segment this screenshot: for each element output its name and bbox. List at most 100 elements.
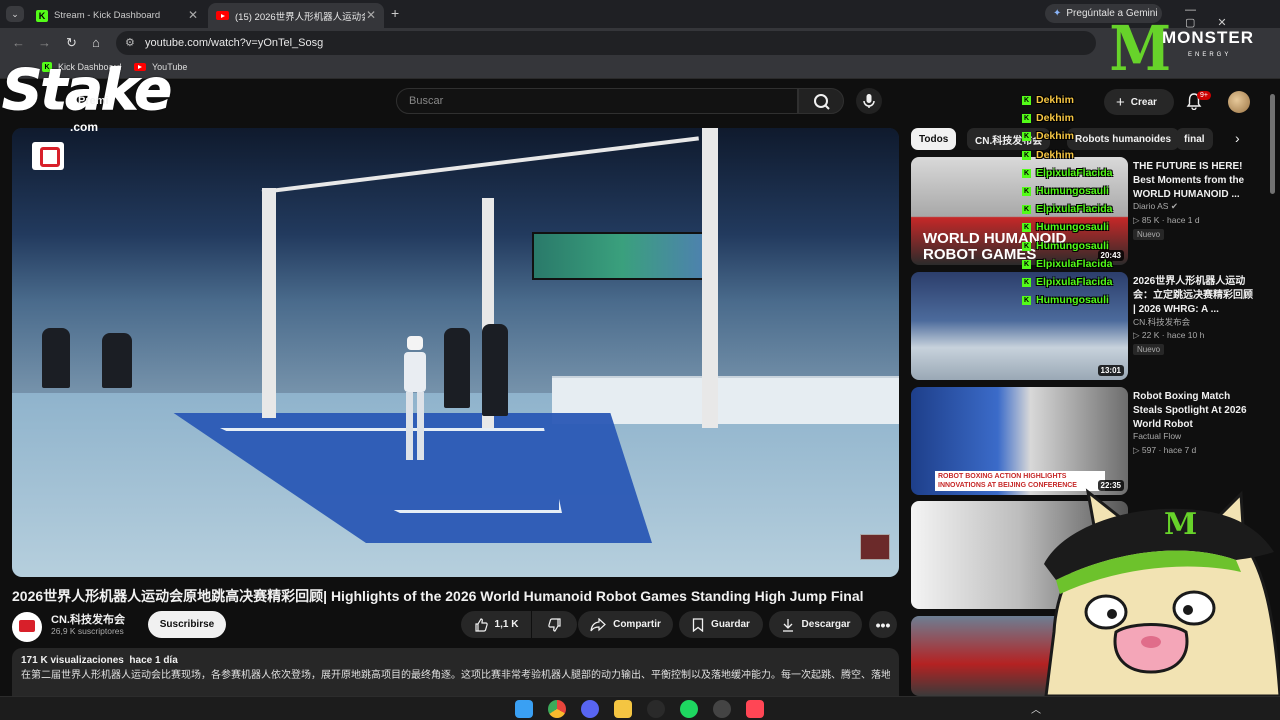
chevron-up-icon[interactable]: ︿	[1031, 701, 1041, 716]
bookmark-icon	[692, 617, 704, 632]
share-label: Compartir	[613, 619, 661, 630]
save-button[interactable]: Guardar	[679, 611, 763, 638]
home-icon[interactable]: ⌂	[92, 35, 100, 50]
reload-icon[interactable]: ↻	[66, 35, 77, 51]
like-button[interactable]: 1,1 K	[461, 611, 531, 638]
youtube-premium-logo[interactable]: Premi	[78, 95, 109, 107]
tab-kick-dashboard[interactable]: K Stream - Kick Dashboard ✕	[28, 3, 206, 28]
video-frame-truss	[262, 188, 276, 418]
channel-branding-thumbnail[interactable]	[860, 534, 890, 560]
video-frame-truss	[702, 128, 718, 428]
chat-message: K ElpixulaFlacida	[1022, 276, 1112, 288]
chat-message: K Humungosauli	[1022, 240, 1109, 252]
tab-title: (15) 2026世界人形机器人运动会...	[235, 11, 365, 23]
recommended-video[interactable]: 13:01 2026世界人形机器人运动会：立定跳远决赛精彩回顾 | 2026 W…	[911, 272, 1256, 380]
spotify-icon[interactable]	[680, 700, 698, 718]
chat-message: K Dekhim	[1022, 130, 1074, 142]
kick-icon: K	[1022, 278, 1031, 287]
chip-todos[interactable]: Todos	[911, 128, 957, 150]
subscriber-count: 26,9 K suscriptores	[51, 626, 124, 636]
new-tab-button[interactable]: +	[391, 5, 399, 21]
close-tab-icon[interactable]: ✕	[188, 8, 198, 22]
account-avatar[interactable]	[1228, 91, 1250, 113]
video-frame-person	[482, 324, 508, 416]
page-scrollbar[interactable]	[1270, 94, 1275, 194]
kick-icon: K	[1022, 168, 1031, 178]
video-frame-person	[42, 328, 70, 388]
browser-toolbar: ← → ↻ ⌂ ⚙ youtube.com/watch?v=yOnTel_Sos…	[0, 28, 1280, 58]
subscribe-button[interactable]: Suscribirse	[148, 611, 226, 638]
kick-icon: K	[1022, 187, 1031, 196]
thumbs-down-icon	[547, 617, 561, 632]
tab-strip: ⌄ K Stream - Kick Dashboard ✕ (15) 2026世…	[0, 0, 1280, 29]
download-button[interactable]: Descargar	[769, 611, 862, 638]
download-label: Descargar	[801, 619, 851, 630]
search-input[interactable]: Buscar	[396, 88, 798, 114]
video-title: 2026世界人形机器人运动会：立定跳远决赛精彩回顾 | 2026 WHRG: A…	[1133, 276, 1253, 315]
chat-message: K Dekhim	[1022, 112, 1074, 124]
chat-username: Humungosauli	[1036, 221, 1109, 234]
video-meta: ▷ 597 · hace 7 d	[1133, 445, 1197, 455]
chevron-right-icon[interactable]: ›	[1235, 130, 1240, 146]
valorant-icon[interactable]	[746, 700, 764, 718]
tab-title: Stream - Kick Dashboard	[54, 10, 161, 21]
verified-check-icon: ✔	[1170, 201, 1178, 211]
chip-robots[interactable]: Robots humanoides	[1067, 128, 1180, 150]
discord-icon[interactable]	[581, 700, 599, 718]
duration-badge: 13:01	[1097, 365, 1124, 376]
channel-name[interactable]: CN.科技发布会	[51, 611, 125, 627]
channel-avatar[interactable]	[12, 612, 42, 642]
chat-username: Dekhim	[1036, 130, 1074, 143]
more-actions-button[interactable]: •••	[869, 611, 897, 638]
share-button[interactable]: Compartir	[578, 611, 673, 638]
steam-icon[interactable]	[713, 700, 731, 718]
dislike-button[interactable]	[532, 611, 577, 638]
channel-watermark-icon	[32, 142, 64, 170]
chat-message: K Dekhim	[1022, 94, 1074, 106]
tab-youtube-video[interactable]: (15) 2026世界人形机器人运动会... ✕	[208, 3, 384, 28]
kick-icon: K	[1022, 296, 1031, 306]
chat-username: Dekhim	[1036, 148, 1074, 161]
notifications-count-badge: 9+	[1197, 91, 1211, 100]
chat-message: K Humungosauli	[1022, 221, 1109, 233]
address-bar[interactable]: ⚙ youtube.com/watch?v=yOnTel_Sosg	[116, 31, 1096, 55]
kick-icon: K	[1022, 259, 1031, 269]
monster-logo-text: MONSTER	[1162, 28, 1254, 47]
gemini-icon: ✦	[1053, 8, 1062, 19]
back-icon[interactable]: ←	[12, 35, 25, 50]
video-thumbnail[interactable]: ROBOT BOXING ACTION HIGHLIGHTS INNOVATIO…	[911, 387, 1128, 495]
site-info-icon[interactable]: ⚙	[125, 36, 135, 49]
kick-icon: K	[1022, 223, 1031, 233]
forward-icon[interactable]: →	[38, 35, 51, 50]
tab-search-button[interactable]: ⌄	[6, 6, 24, 22]
chat-message: K ElpixulaFlacida	[1022, 167, 1112, 179]
youtube-header: Buscar + Crear 9+	[0, 80, 1280, 122]
chip-final[interactable]: final	[1176, 128, 1213, 150]
chat-username: Humungosauli	[1036, 185, 1109, 197]
chat-message: K ElpixulaFlacida	[1022, 203, 1112, 215]
description-stats: 171 K visualizaciones hace 1 día	[21, 655, 890, 666]
recommended-video[interactable]: ROBOT BOXING ACTION HIGHLIGHTS INNOVATIO…	[911, 387, 1256, 495]
thumbs-up-icon	[474, 617, 488, 632]
close-tab-icon[interactable]: ✕	[366, 8, 376, 22]
create-button[interactable]: + Crear	[1104, 89, 1174, 115]
kick-icon: K	[1022, 241, 1031, 251]
video-player[interactable]	[12, 128, 899, 577]
upload-date: hace 1 día	[129, 655, 178, 666]
obs-icon[interactable]	[647, 700, 665, 718]
voice-search-button[interactable]	[856, 88, 882, 114]
channel-name: Factual Flow	[1133, 431, 1182, 441]
kick-icon: K	[36, 9, 48, 22]
channel-name: CN.科技发布会	[1133, 317, 1191, 327]
video-description[interactable]: 171 K visualizaciones hace 1 día 在第二届世界人…	[12, 648, 899, 696]
chat-message: K Humungosauli	[1022, 294, 1109, 306]
search-button[interactable]	[798, 88, 844, 114]
monster-logo-subtext: ENERGY	[1188, 52, 1232, 58]
chrome-icon[interactable]	[548, 700, 566, 718]
share-arrow-icon	[590, 617, 606, 631]
monster-claw-icon: M	[1109, 12, 1172, 85]
file-explorer-icon[interactable]	[614, 700, 632, 718]
windows-start-icon[interactable]	[515, 700, 533, 718]
video-thumbnail[interactable]: 13:01	[911, 272, 1128, 380]
save-label: Guardar	[711, 619, 750, 630]
